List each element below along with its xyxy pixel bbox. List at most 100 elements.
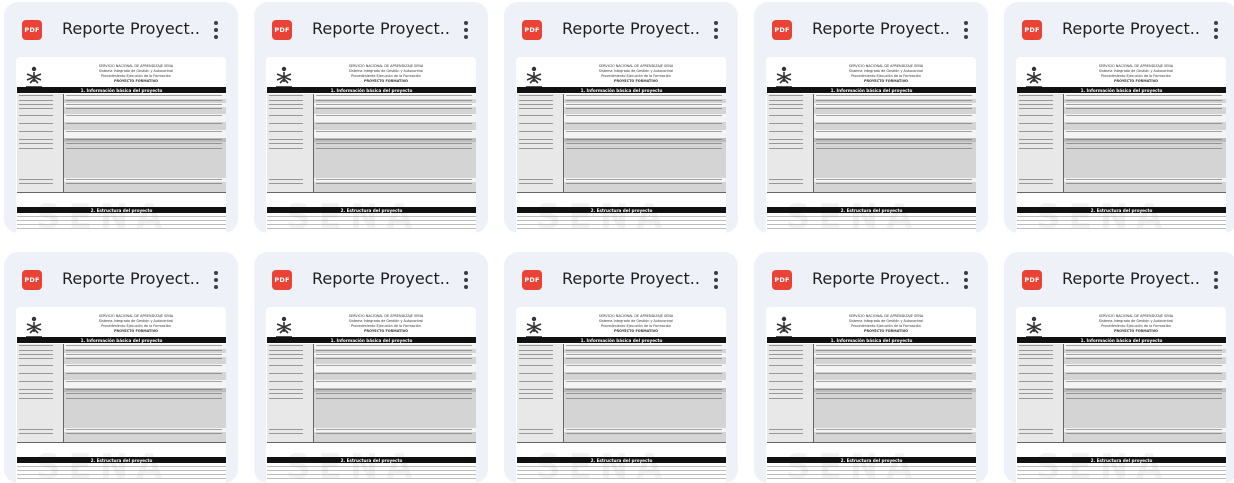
file-thumbnail[interactable]: SERVICIO NACIONAL DE APRENDIZAJE SENA Si… bbox=[1016, 57, 1226, 233]
document-header: SERVICIO NACIONAL DE APRENDIZAJE SENA Si… bbox=[336, 314, 436, 334]
document-header: SERVICIO NACIONAL DE APRENDIZAJE SENA Si… bbox=[586, 314, 686, 334]
more-vert-icon[interactable] bbox=[456, 267, 476, 293]
text-line bbox=[767, 474, 976, 476]
table-row bbox=[267, 432, 476, 443]
document-preview: SERVICIO NACIONAL DE APRENDIZAJE SENA Si… bbox=[1016, 57, 1226, 233]
section-heading: 2. Estructura del proyecto bbox=[17, 207, 226, 213]
file-card-header[interactable]: PDF Reporte Proyect... bbox=[504, 252, 738, 307]
file-thumbnail[interactable]: SERVICIO NACIONAL DE APRENDIZAJE SENA Si… bbox=[16, 307, 226, 483]
pdf-icon: PDF bbox=[1022, 20, 1042, 40]
more-vert-icon[interactable] bbox=[1206, 17, 1226, 43]
text-line bbox=[1017, 220, 1226, 222]
text-line bbox=[267, 478, 476, 480]
document-preview: SERVICIO NACIONAL DE APRENDIZAJE SENA Si… bbox=[1016, 307, 1226, 483]
file-thumbnail[interactable]: SERVICIO NACIONAL DE APRENDIZAJE SENA Si… bbox=[766, 307, 976, 483]
document-header-line: PROYECTO FORMATIVO bbox=[1113, 329, 1159, 333]
table-row bbox=[17, 147, 226, 179]
pdf-icon: PDF bbox=[272, 270, 292, 290]
more-vert-icon[interactable] bbox=[456, 17, 476, 43]
document-header-line: PROYECTO FORMATIVO bbox=[863, 79, 909, 83]
file-thumbnail[interactable]: SERVICIO NACIONAL DE APRENDIZAJE SENA Si… bbox=[1016, 307, 1226, 483]
more-vert-icon[interactable] bbox=[706, 267, 726, 293]
table-row bbox=[767, 432, 976, 443]
section-heading: 2. Estructura del proyecto bbox=[517, 207, 726, 213]
section-heading: 2. Estructura del proyecto bbox=[17, 457, 226, 463]
more-vert-icon[interactable] bbox=[956, 267, 976, 293]
document-preview: SERVICIO NACIONAL DE APRENDIZAJE SENA Si… bbox=[766, 57, 976, 233]
more-vert-icon[interactable] bbox=[206, 267, 226, 293]
file-title: Reporte Proyect... bbox=[312, 269, 450, 288]
file-card-header[interactable]: PDF Reporte Proyect... bbox=[254, 2, 488, 57]
document-header-line: PROYECTO FORMATIVO bbox=[363, 329, 409, 333]
text-line bbox=[267, 220, 476, 222]
file-card-header[interactable]: PDF Reporte Proyect... bbox=[754, 252, 988, 307]
table-row bbox=[517, 397, 726, 429]
file-card[interactable]: PDF Reporte Proyect... SERVICIO NACIONAL… bbox=[254, 252, 488, 483]
file-card[interactable]: PDF Reporte Proyect... SERVICIO NACIONAL… bbox=[504, 252, 738, 483]
more-vert-icon[interactable] bbox=[706, 17, 726, 43]
document-header: SERVICIO NACIONAL DE APRENDIZAJE SENA Si… bbox=[586, 64, 686, 84]
document-header-line: PROYECTO FORMATIVO bbox=[863, 329, 909, 333]
file-card-header[interactable]: PDF Reporte Proyect... bbox=[504, 2, 738, 57]
file-card[interactable]: PDF Reporte Proyect... SERVICIO NACIONAL… bbox=[1004, 252, 1234, 483]
document-preview: SERVICIO NACIONAL DE APRENDIZAJE SENA Si… bbox=[266, 307, 476, 483]
text-line bbox=[767, 220, 976, 222]
file-title: Reporte Proyect... bbox=[562, 19, 700, 38]
file-grid: PDF Reporte Proyect... SERVICIO NACIONAL… bbox=[0, 0, 1234, 483]
text-line bbox=[267, 470, 476, 472]
file-title: Reporte Proyect... bbox=[1062, 269, 1200, 288]
table-row bbox=[517, 182, 726, 193]
table-row bbox=[767, 147, 976, 179]
text-line bbox=[767, 478, 976, 480]
text-line bbox=[267, 474, 476, 476]
section-heading: 2. Estructura del proyecto bbox=[267, 457, 476, 463]
document-preview: SERVICIO NACIONAL DE APRENDIZAJE SENA Si… bbox=[516, 307, 726, 483]
text-line bbox=[517, 466, 726, 468]
file-card-header[interactable]: PDF Reporte Proyect... bbox=[254, 252, 488, 307]
file-thumbnail[interactable]: SERVICIO NACIONAL DE APRENDIZAJE SENA Si… bbox=[266, 57, 476, 233]
table-row bbox=[1017, 147, 1226, 179]
file-card-header[interactable]: PDF Reporte Proyect... bbox=[4, 2, 238, 57]
text-line bbox=[17, 478, 226, 480]
file-card[interactable]: PDF Reporte Proyect... SERVICIO NACIONAL… bbox=[4, 2, 238, 233]
text-line bbox=[767, 228, 976, 230]
file-card-header[interactable]: PDF Reporte Proyect... bbox=[1004, 2, 1234, 57]
file-card[interactable]: PDF Reporte Proyect... SERVICIO NACIONAL… bbox=[754, 2, 988, 233]
section-heading: 2. Estructura del proyecto bbox=[267, 207, 476, 213]
file-card[interactable]: PDF Reporte Proyect... SERVICIO NACIONAL… bbox=[754, 252, 988, 483]
file-thumbnail[interactable]: SERVICIO NACIONAL DE APRENDIZAJE SENA Si… bbox=[516, 307, 726, 483]
table-row bbox=[1017, 182, 1226, 193]
document-preview: SERVICIO NACIONAL DE APRENDIZAJE SENA Si… bbox=[16, 307, 226, 483]
text-line bbox=[517, 470, 726, 472]
more-vert-icon[interactable] bbox=[956, 17, 976, 43]
file-card[interactable]: PDF Reporte Proyect... SERVICIO NACIONAL… bbox=[4, 252, 238, 483]
file-thumbnail[interactable]: SERVICIO NACIONAL DE APRENDIZAJE SENA Si… bbox=[266, 307, 476, 483]
file-card-header[interactable]: PDF Reporte Proyect... bbox=[1004, 252, 1234, 307]
file-thumbnail[interactable]: SERVICIO NACIONAL DE APRENDIZAJE SENA Si… bbox=[516, 57, 726, 233]
document-header-line: PROYECTO FORMATIVO bbox=[613, 79, 659, 83]
pdf-badge-label: PDF bbox=[524, 276, 540, 284]
file-card[interactable]: PDF Reporte Proyect... SERVICIO NACIONAL… bbox=[254, 2, 488, 233]
text-line bbox=[17, 220, 226, 222]
text-line bbox=[267, 466, 476, 468]
text-line bbox=[17, 224, 226, 226]
pdf-icon: PDF bbox=[1022, 270, 1042, 290]
text-line bbox=[267, 228, 476, 230]
file-card[interactable]: PDF Reporte Proyect... SERVICIO NACIONAL… bbox=[504, 2, 738, 233]
more-vert-icon[interactable] bbox=[1206, 267, 1226, 293]
document-header: SERVICIO NACIONAL DE APRENDIZAJE SENA Si… bbox=[86, 64, 186, 84]
file-card[interactable]: PDF Reporte Proyect... SERVICIO NACIONAL… bbox=[1004, 2, 1234, 233]
section-heading: 1. Información básica del proyecto bbox=[267, 87, 476, 93]
file-card-header[interactable]: PDF Reporte Proyect... bbox=[754, 2, 988, 57]
text-line bbox=[17, 216, 226, 218]
file-thumbnail[interactable]: SERVICIO NACIONAL DE APRENDIZAJE SENA Si… bbox=[766, 57, 976, 233]
file-card-header[interactable]: PDF Reporte Proyect... bbox=[4, 252, 238, 307]
section-heading: 2. Estructura del proyecto bbox=[767, 457, 976, 463]
more-vert-icon[interactable] bbox=[206, 17, 226, 43]
text-line bbox=[767, 216, 976, 218]
text-line bbox=[1017, 478, 1226, 480]
file-thumbnail[interactable]: SERVICIO NACIONAL DE APRENDIZAJE SENA Si… bbox=[16, 57, 226, 233]
text-line bbox=[517, 228, 726, 230]
document-header: SERVICIO NACIONAL DE APRENDIZAJE SENA Si… bbox=[1086, 314, 1186, 334]
document-header: SERVICIO NACIONAL DE APRENDIZAJE SENA Si… bbox=[86, 314, 186, 334]
